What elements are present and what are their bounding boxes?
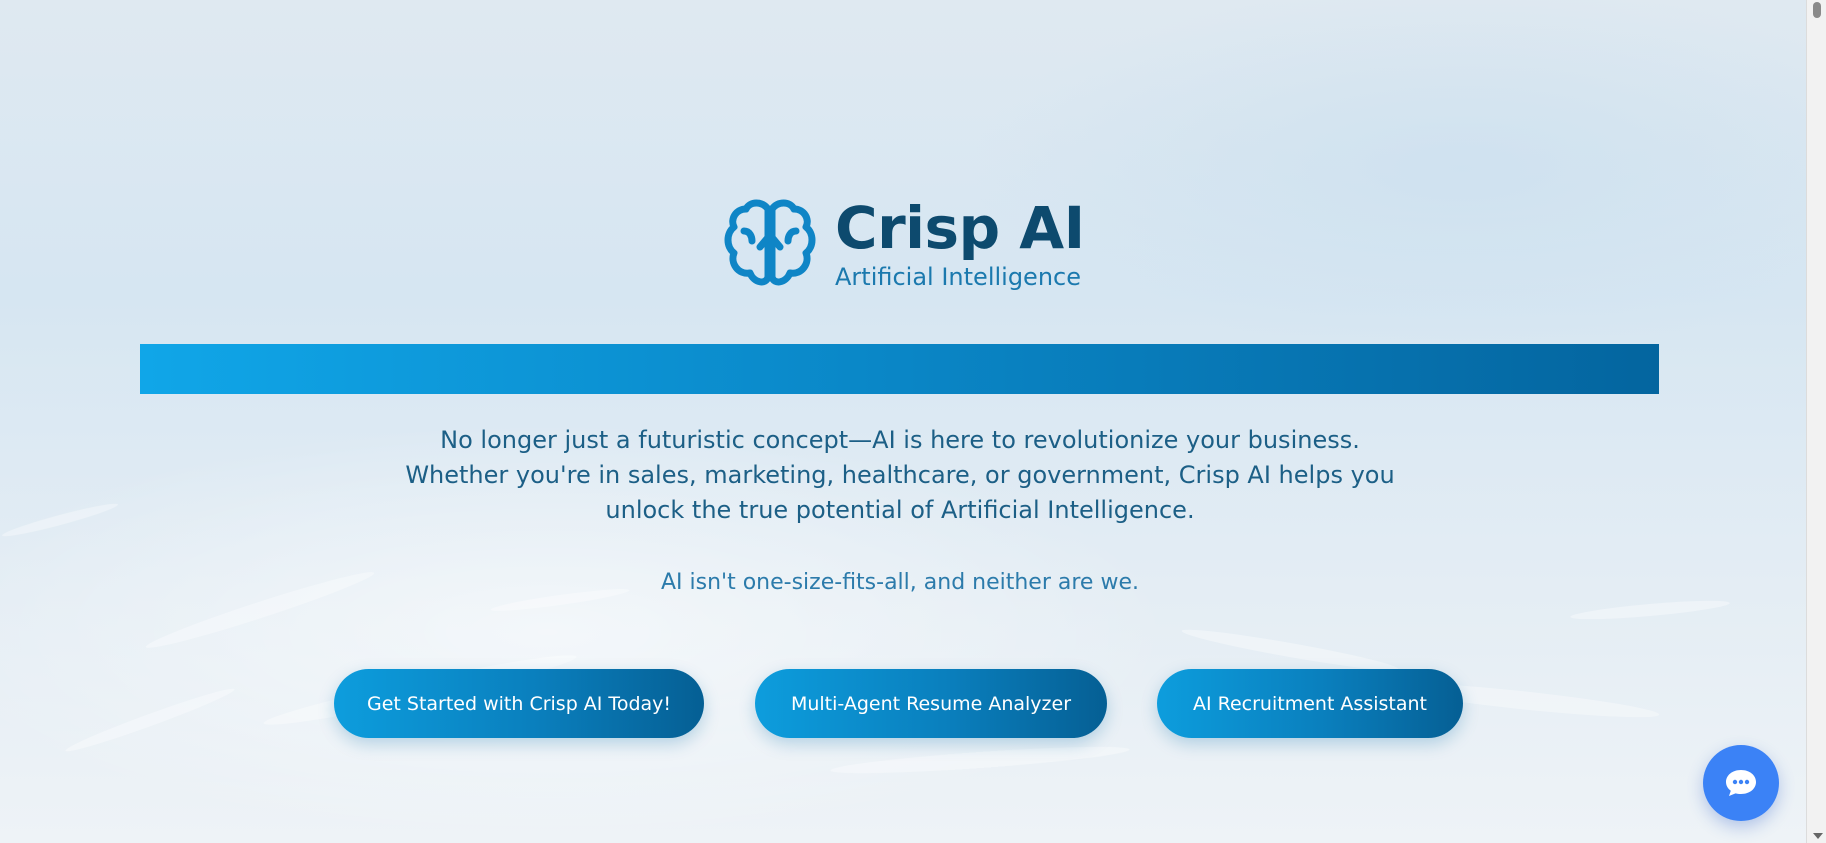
gradient-banner [140, 344, 1659, 394]
scrollbar-thumb[interactable] [1813, 2, 1821, 18]
brand-subtitle: Artificial Intelligence [835, 263, 1081, 291]
chat-bubble-icon [1726, 770, 1756, 796]
vertical-scrollbar[interactable] [1806, 0, 1826, 843]
get-started-button[interactable]: Get Started with Crisp AI Today! [334, 669, 704, 738]
chat-widget-button[interactable] [1703, 745, 1779, 821]
intro-paragraph: No longer just a futuristic concept—AI i… [405, 426, 1395, 524]
resume-analyzer-button[interactable]: Multi-Agent Resume Analyzer [755, 669, 1107, 738]
recruitment-assistant-button[interactable]: AI Recruitment Assistant [1157, 669, 1463, 738]
brand-header: Crisp AI Artificial Intelligence [722, 195, 1085, 291]
brand-title: Crisp AI [835, 194, 1085, 262]
brand-text: Crisp AI Artificial Intelligence [835, 195, 1085, 291]
brain-icon [724, 199, 816, 286]
tagline: AI isn't one-size-fits-all, and neither … [661, 570, 1139, 595]
landing-page: Crisp AI Artificial Intelligence No long… [0, 0, 1826, 843]
scroll-down-arrow-icon[interactable] [1813, 833, 1823, 839]
